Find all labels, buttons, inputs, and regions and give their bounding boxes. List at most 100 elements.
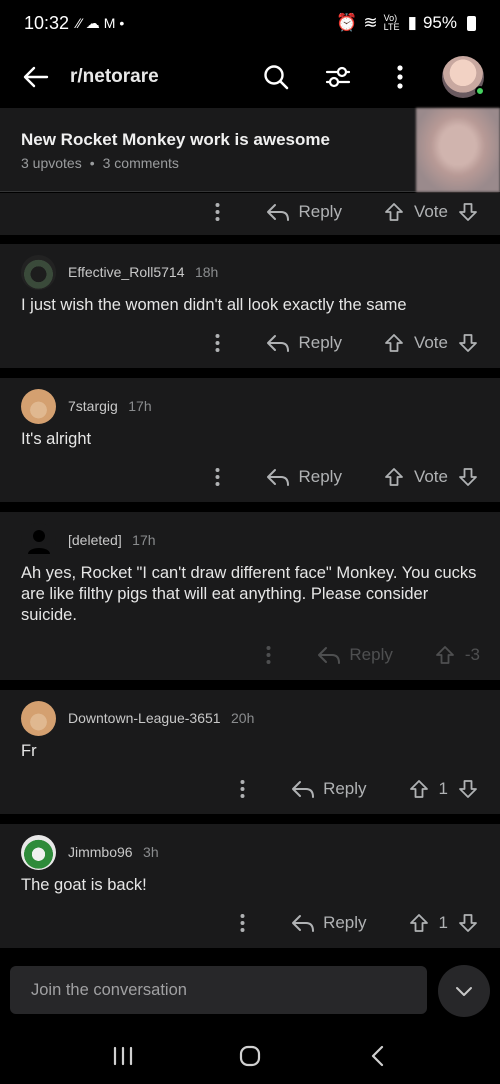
reply-icon: [267, 335, 290, 352]
more-options-icon[interactable]: [227, 908, 257, 938]
comment-actions: Reply Vote: [202, 328, 480, 358]
more-options-icon[interactable]: [202, 197, 232, 227]
snoo-avatar-icon[interactable]: [21, 255, 56, 290]
header-actions: [256, 56, 485, 98]
status-left-icons: ⁄⁄ ☁ M •: [77, 15, 124, 32]
lte-label: Vo) LTE: [383, 13, 400, 32]
comment-username: [deleted]: [68, 531, 122, 548]
reply-button[interactable]: Reply: [291, 779, 367, 799]
vote-control: Vote: [382, 465, 480, 489]
gmail-icon: M: [103, 15, 116, 31]
post-upvotes: 3 upvotes: [21, 155, 82, 171]
downvote-icon[interactable]: [456, 911, 480, 935]
reply-icon: [292, 915, 315, 932]
snoo-avatar-icon[interactable]: [21, 835, 56, 870]
comment: 7stargig 17h It's alright Reply Vote: [0, 378, 500, 502]
wifi-icon: ≋: [363, 13, 378, 32]
app-header: r/netorare: [0, 46, 500, 108]
upvote-icon[interactable]: [407, 777, 431, 801]
system-nav-bar: [0, 1027, 500, 1084]
post-comment-count: 3 comments: [102, 155, 179, 171]
comment-username[interactable]: Jimmbo96: [68, 844, 133, 860]
comment-actions: Reply 1: [227, 908, 480, 938]
comment-header: 7stargig 17h: [21, 389, 152, 424]
comment-username[interactable]: 7stargig: [68, 398, 118, 414]
comment-actions: Reply 1: [227, 774, 480, 804]
reply-button[interactable]: Reply: [266, 333, 342, 353]
cloud-icon: ☁: [85, 14, 100, 31]
upvote-icon[interactable]: [382, 200, 406, 224]
vote-control: Vote: [382, 331, 480, 355]
back-nav-icon[interactable]: [357, 1036, 397, 1076]
status-time: 10:32: [24, 12, 70, 33]
recent-apps-icon[interactable]: [103, 1036, 143, 1076]
upvote-icon[interactable]: [407, 911, 431, 935]
comment-actions: Reply Vote: [202, 462, 480, 492]
comment-body: I just wish the women didn't all look ex…: [21, 296, 407, 314]
more-options-icon[interactable]: [253, 640, 283, 670]
vote-control: 1: [407, 777, 480, 801]
meta-separator: •: [89, 155, 95, 171]
chevron-down-icon: [456, 987, 472, 996]
comment-username[interactable]: Downtown-League-3651: [68, 710, 221, 726]
more-options-icon[interactable]: [202, 462, 232, 492]
vote-score: 1: [438, 779, 448, 798]
reply-label: Reply: [323, 913, 367, 932]
deleted-user-icon: [21, 523, 56, 558]
downvote-icon[interactable]: [456, 200, 480, 224]
composer-bar: Join the conversation: [0, 955, 500, 1027]
reply-label: Reply: [298, 467, 342, 486]
filter-sort-icon[interactable]: [318, 57, 358, 97]
comment-actions: Reply -3: [253, 640, 480, 670]
comment-body: The goat is back!: [21, 876, 147, 894]
downvote-icon[interactable]: [456, 465, 480, 489]
vote-score: 1: [438, 913, 448, 932]
status-bar: 10:32 ⁄⁄ ☁ M • ⏰ ≋ Vo) LTE ▮ 95%: [0, 0, 500, 46]
downvote-icon[interactable]: [456, 331, 480, 355]
more-options-icon[interactable]: [202, 328, 232, 358]
subreddit-name[interactable]: r/netorare: [70, 66, 159, 88]
home-icon[interactable]: [230, 1036, 270, 1076]
comment-body: Ah yes, Rocket "I can't draw different f…: [21, 564, 477, 624]
reply-label: Reply: [349, 645, 393, 664]
reply-icon: [267, 204, 290, 221]
reply-icon: [292, 781, 315, 798]
search-icon[interactable]: [256, 57, 296, 97]
comment-username[interactable]: Effective_Roll5714: [68, 264, 184, 280]
reply-label: Reply: [298, 333, 342, 352]
comment-actions: Reply Vote: [202, 197, 480, 227]
comment-header: Effective_Roll5714 18h: [21, 255, 218, 290]
collapse-button[interactable]: [438, 965, 490, 1017]
more-options-icon[interactable]: [227, 774, 257, 804]
battery-percent: 95%: [422, 13, 457, 32]
comment-partial: Reply Vote: [0, 193, 500, 235]
snoo-avatar-icon[interactable]: [21, 389, 56, 424]
comment-body: It's alright: [21, 430, 92, 448]
comment-time: 3h: [143, 843, 159, 860]
snoo-avatar-icon[interactable]: [21, 701, 56, 736]
comment-header: [deleted] 17h: [21, 523, 156, 558]
reply-button[interactable]: Reply: [266, 202, 342, 222]
join-conversation-input[interactable]: Join the conversation: [10, 966, 427, 1014]
vote-label: Vote: [413, 467, 448, 486]
reply-button[interactable]: Reply: [266, 467, 342, 487]
back-arrow-icon[interactable]: [16, 57, 56, 97]
upvote-icon[interactable]: [433, 643, 457, 667]
reply-label: Reply: [323, 779, 367, 798]
vote-label: Vote: [413, 202, 448, 221]
user-avatar[interactable]: [442, 56, 485, 98]
alarm-icon: ⏰: [336, 13, 358, 32]
comment-time: 20h: [231, 709, 255, 726]
reply-button[interactable]: Reply: [317, 645, 393, 665]
post-header[interactable]: New Rocket Monkey work is awesome 3 upvo…: [0, 108, 500, 192]
overflow-menu-icon[interactable]: [380, 57, 420, 97]
reply-icon: [267, 469, 290, 486]
upvote-icon[interactable]: [382, 331, 406, 355]
upvote-icon[interactable]: [382, 465, 406, 489]
downvote-icon[interactable]: [456, 777, 480, 801]
post-thumbnail[interactable]: [416, 108, 500, 192]
dot-icon: •: [119, 15, 125, 31]
missed-call-icon: ⁄⁄: [77, 15, 82, 31]
reply-icon: [318, 647, 341, 664]
reply-button[interactable]: Reply: [291, 913, 367, 933]
